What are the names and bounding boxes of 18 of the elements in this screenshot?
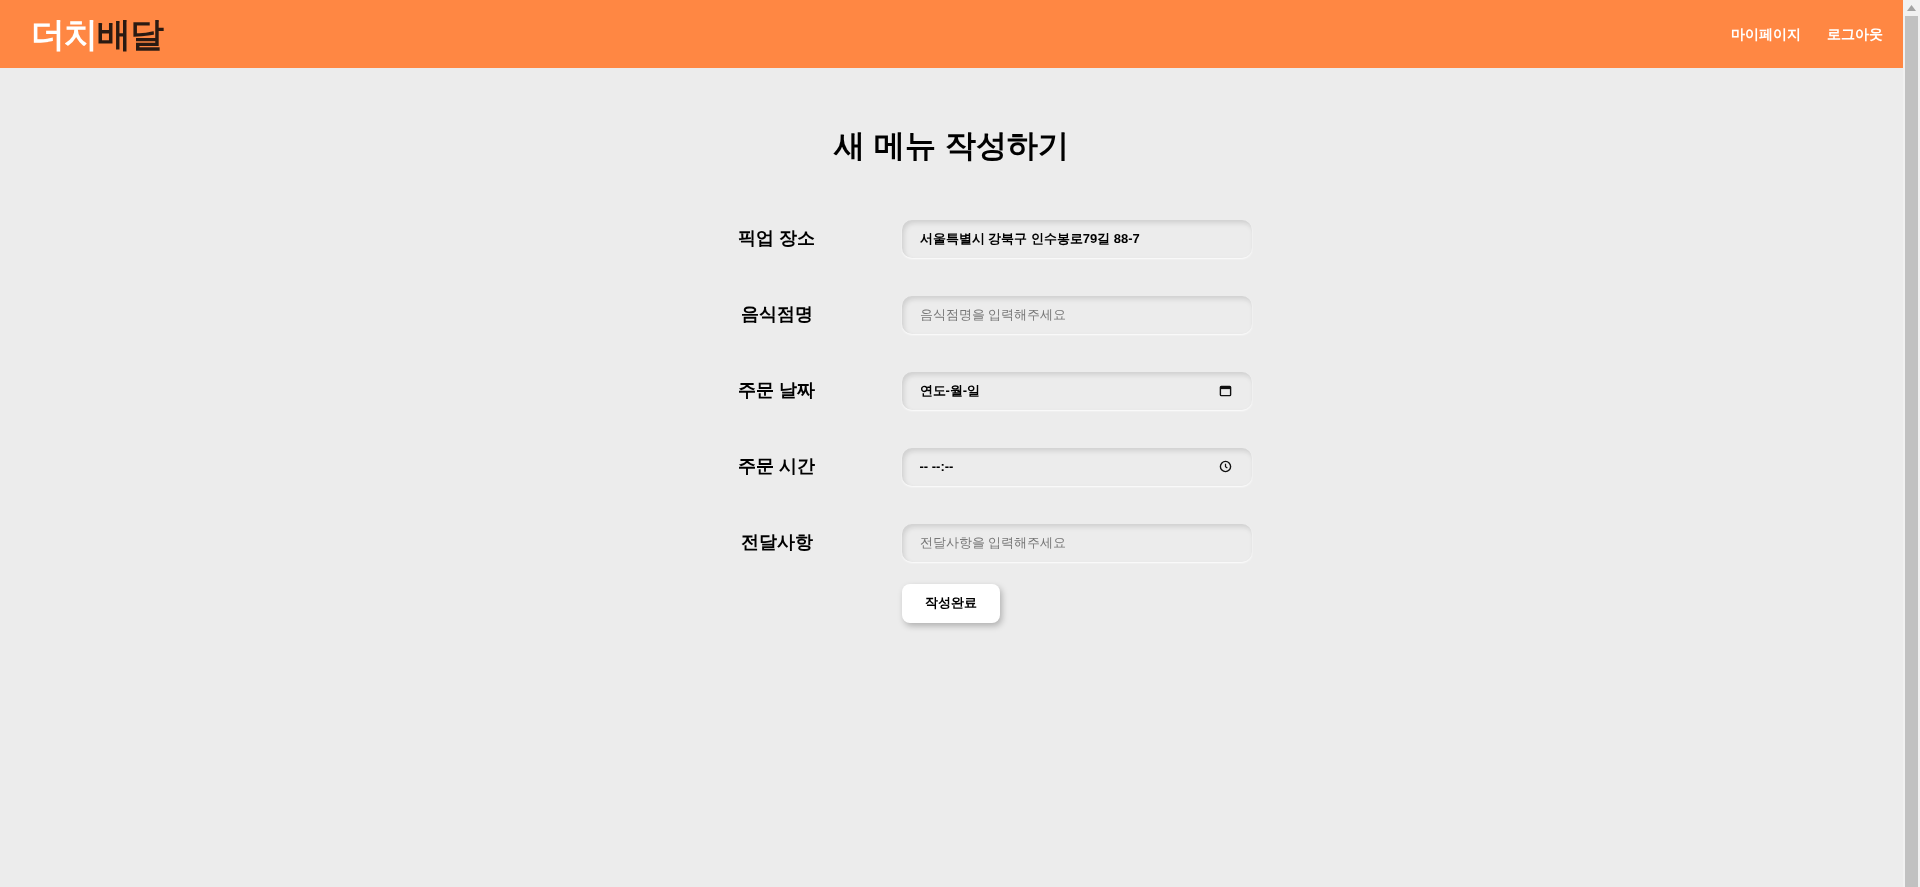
submit-button[interactable]: 작성완료 [901,583,1000,623]
text-field[interactable]: 전달사항을 입력해주세요 [901,523,1252,562]
time-field[interactable]: -- --:-- [901,447,1252,486]
date-field[interactable]: 연도-월-일 [901,371,1252,410]
text-field[interactable]: 서울특별시 강북구 인수봉로79길 88-7 [901,219,1252,258]
scrollbar[interactable] [1903,0,1920,887]
field-label: 전달사항 [740,531,813,554]
scroll-up-icon[interactable] [1907,5,1916,11]
field-label: 음식점명 [740,303,813,326]
scroll-thumb[interactable] [1905,16,1918,887]
field-label: 주문 날짜 [738,379,815,402]
logo[interactable]: 더치배달 [31,17,163,51]
text-field[interactable]: 음식점명을 입력해주세요 [901,295,1252,334]
calendar-icon[interactable] [1218,384,1232,397]
page-title: 새 메뉴 작성하기 [834,127,1069,165]
clock-icon[interactable] [1218,460,1232,473]
field-label: 주문 시간 [738,455,815,478]
field-label: 픽업 장소 [738,227,815,250]
